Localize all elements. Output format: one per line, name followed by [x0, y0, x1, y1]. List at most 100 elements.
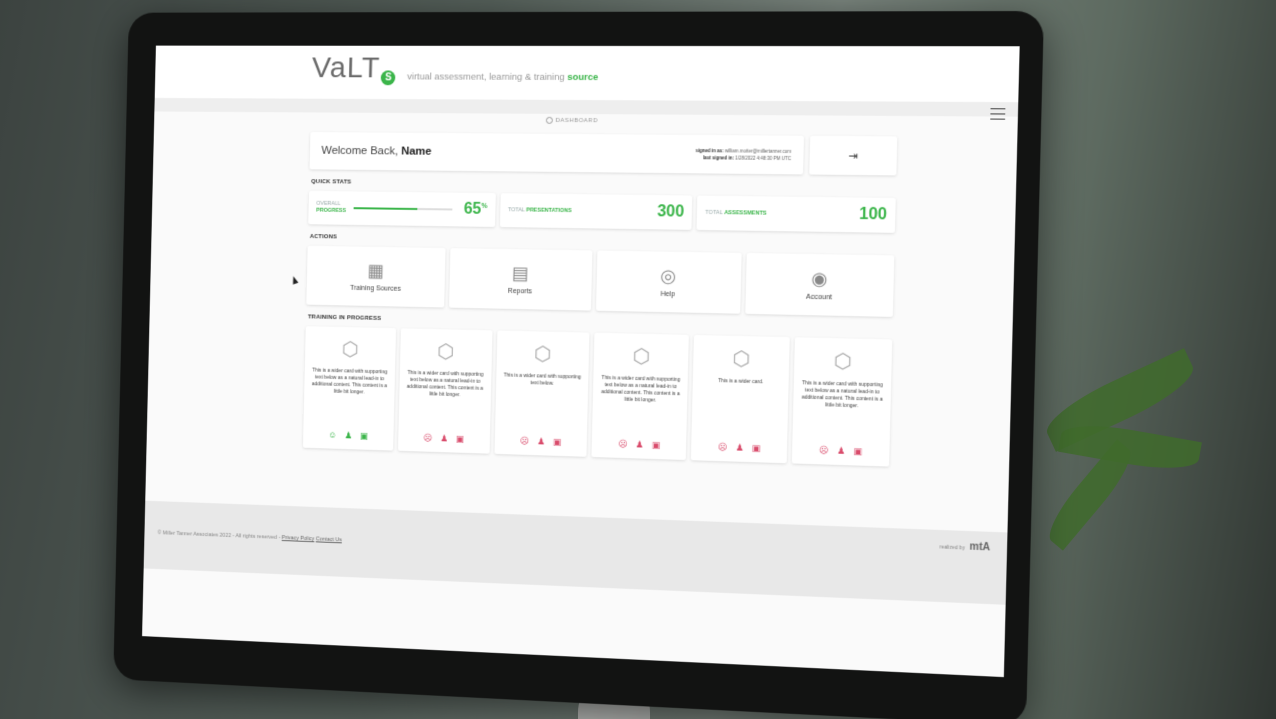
action-training-sources[interactable]: ▦ Training Sources — [306, 246, 446, 308]
stat-presentations: TOTAL PRESENTATIONS 300 — [500, 193, 693, 230]
training-card[interactable]: ⬡ This is a wider card with supporting t… — [494, 331, 590, 457]
status-icon[interactable]: ☹ — [423, 433, 432, 444]
person-icon[interactable]: ♟ — [344, 430, 352, 441]
training-card[interactable]: ⬡ This is a wider card with supporting t… — [792, 337, 892, 466]
logo-badge: S — [381, 70, 396, 85]
user-name: Name — [401, 146, 432, 158]
training-card[interactable]: ⬡ This is a wider card. ☹ ♟ ▣ — [691, 335, 790, 463]
cube-icon: ⬡ — [834, 350, 853, 373]
status-icon[interactable]: ☹ — [520, 436, 530, 447]
logout-button[interactable]: ⇥ — [809, 136, 897, 176]
action-label: Help — [660, 290, 675, 297]
logo[interactable]: VaLT — [312, 52, 381, 86]
mta-logo[interactable]: mtA — [969, 541, 990, 553]
action-label: Account — [806, 293, 832, 301]
training-card-text: This is a wider card. — [717, 378, 764, 443]
cube-icon: ⬡ — [632, 346, 650, 369]
contact-link[interactable]: Contact Us — [316, 536, 342, 543]
cube-icon: ⬡ — [534, 343, 552, 365]
lifebuoy-icon: ◎ — [660, 266, 676, 284]
stat-label: PROGRESS — [316, 208, 346, 214]
training-card-text: This is a wider card with supporting tex… — [500, 372, 582, 437]
training-cards: ⬡ This is a wider card with supporting t… — [303, 326, 892, 466]
status-icon[interactable]: ☹ — [819, 445, 829, 457]
welcome-card: Welcome Back, Name signed in as: william… — [310, 132, 804, 174]
status-icon[interactable]: ☺ — [328, 430, 337, 441]
signed-in-label: signed in as: — [695, 148, 723, 153]
stat-progress: OVERALL PROGRESS 65% — [308, 191, 495, 227]
person-off-icon[interactable]: ♟ — [635, 439, 643, 450]
training-card-status: ☹ ♟ ▣ — [520, 436, 562, 448]
cube-icon: ⬡ — [732, 348, 750, 371]
screen-icon[interactable]: ▣ — [456, 434, 465, 445]
grid-icon: ▦ — [367, 261, 384, 279]
screen-icon[interactable]: ▣ — [853, 446, 862, 458]
person-off-icon[interactable]: ♟ — [440, 433, 448, 444]
screen: VaLT S virtual assessment, learning & tr… — [142, 46, 1020, 678]
training-card-text: This is a wider card with supporting tex… — [799, 380, 885, 447]
actions: ▦ Training Sources ▤ Reports ◎ Help ◉ Ac… — [306, 246, 894, 317]
fern-leaf — [1058, 418, 1202, 476]
progress-bar — [354, 207, 452, 210]
stat-value: 100 — [859, 206, 887, 225]
stat-label-top: OVERALL — [316, 201, 340, 207]
breadcrumb-label: DASHBOARD — [555, 118, 597, 124]
tagline-text: virtual assessment, learning & training — [407, 71, 565, 82]
action-reports[interactable]: ▤ Reports — [449, 248, 592, 310]
bar-chart-icon: ▤ — [512, 264, 529, 282]
welcome-text: Welcome Back, Name — [321, 145, 431, 158]
training-card-text: This is a wider card with supporting tex… — [404, 370, 485, 435]
status-icon[interactable]: ☹ — [618, 439, 628, 450]
training-card-status: ☺ ♟ ▣ — [328, 430, 368, 442]
quick-stats: OVERALL PROGRESS 65% TOTAL PRESENTATIONS … — [308, 191, 896, 233]
stat-label-top: TOTAL — [508, 207, 525, 213]
quick-stats-heading: QUICK STATS — [311, 179, 896, 192]
cube-icon: ⬡ — [437, 341, 455, 363]
training-card-status: ☹ ♟ ▣ — [618, 439, 660, 451]
training-card[interactable]: ⬡ This is a wider card with supporting t… — [398, 328, 492, 453]
main-content: Welcome Back, Name signed in as: william… — [303, 132, 897, 467]
tagline: virtual assessment, learning & training … — [407, 71, 598, 83]
action-help[interactable]: ◎ Help — [595, 251, 741, 314]
action-account[interactable]: ◉ Account — [745, 253, 894, 317]
fingerprint-icon: ◉ — [811, 269, 828, 288]
stat-value: 65 — [464, 201, 482, 218]
mouse-cursor — [291, 275, 299, 284]
person-off-icon[interactable]: ♟ — [735, 442, 744, 453]
training-card-text: This is a wider card with supporting tex… — [598, 375, 682, 441]
training-card[interactable]: ⬡ This is a wider card with supporting t… — [303, 326, 396, 450]
training-card-status: ☹ ♟ ▣ — [718, 442, 761, 454]
stat-assessments: TOTAL ASSESSMENTS 100 — [697, 196, 896, 233]
privacy-link[interactable]: Privacy Policy — [282, 535, 315, 542]
last-signed-label: last signed in: — [703, 155, 734, 160]
footer: © Miller Tanner Associates 2022 - All ri… — [144, 501, 1008, 605]
training-card[interactable]: ⬡ This is a wider card with supporting t… — [592, 333, 689, 460]
stat-value: 300 — [657, 203, 684, 222]
training-card-status: ☹ ♟ ▣ — [423, 433, 464, 445]
realized-by: realized by — [939, 544, 965, 551]
screen-icon[interactable]: ▣ — [652, 440, 661, 451]
hamburger-icon[interactable] — [990, 108, 1005, 119]
stat-label-top: TOTAL — [705, 209, 722, 215]
breadcrumb[interactable]: DASHBOARD — [154, 114, 1018, 127]
footer-copyright: © Miller Tanner Associates 2022 - All ri… — [157, 530, 341, 543]
action-label: Training Sources — [350, 284, 401, 292]
copyright-text: © Miller Tanner Associates 2022 - All ri… — [157, 530, 280, 541]
monitor: VaLT S virtual assessment, learning & tr… — [113, 11, 1044, 719]
screen-icon[interactable]: ▣ — [360, 431, 368, 442]
stat-suffix: % — [481, 203, 487, 210]
status-icon[interactable]: ☹ — [718, 442, 728, 453]
person-off-icon[interactable]: ♟ — [837, 445, 846, 456]
screen-icon[interactable]: ▣ — [752, 443, 761, 454]
training-card-status: ☹ ♟ ▣ — [819, 445, 863, 458]
training-card-text: This is a wider card with supporting tex… — [309, 367, 389, 431]
person-off-icon[interactable]: ♟ — [537, 436, 545, 447]
screen-icon[interactable]: ▣ — [553, 437, 562, 448]
footer-brand: realized by mtA — [939, 540, 990, 553]
signed-in-value: william.motter@millertanner.com — [725, 148, 792, 154]
tagline-accent: source — [567, 72, 598, 83]
action-label: Reports — [508, 287, 532, 294]
sign-in-info: signed in as: william.motter@millertanne… — [695, 147, 791, 162]
stat-label: PRESENTATIONS — [526, 207, 572, 214]
welcome-greeting: Welcome Back, — [321, 145, 398, 158]
